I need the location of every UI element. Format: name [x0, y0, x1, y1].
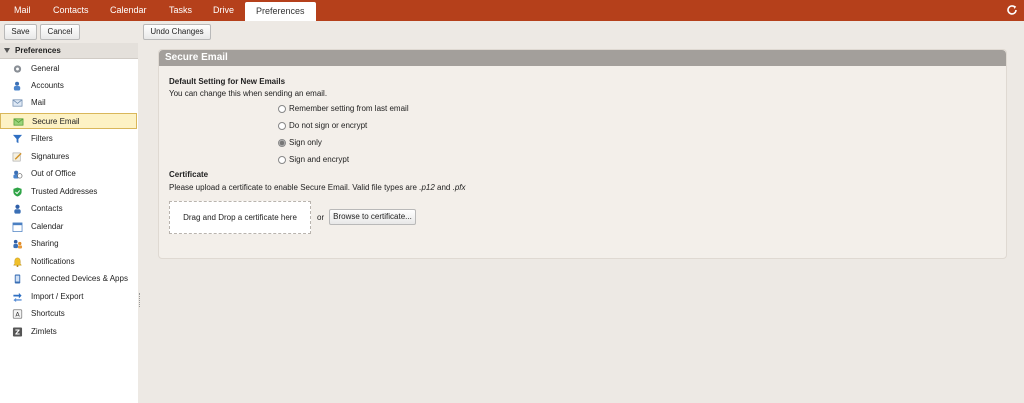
certificate-dropzone[interactable]: Drag and Drop a certificate here	[169, 201, 311, 234]
sidebar-item-label: Contacts	[31, 204, 63, 213]
import-export-icon	[13, 292, 22, 302]
sidebar-item-filters[interactable]: Filters	[0, 131, 137, 147]
tab-contacts[interactable]: Contacts	[53, 0, 89, 21]
file-type-p12: .p12	[419, 183, 435, 192]
sidebar-item-label: Accounts	[31, 81, 64, 90]
shield-check-icon	[13, 187, 22, 197]
preferences-sidebar: Preferences General Accounts Mail Secure…	[0, 43, 139, 403]
sidebar-item-label: Notifications	[31, 257, 75, 266]
radio-do-not-sign[interactable]	[278, 122, 286, 130]
sidebar-item-import-export[interactable]: Import / Export	[0, 289, 137, 305]
mail-icon	[12, 99, 23, 107]
svg-text:A: A	[15, 311, 20, 318]
sharing-icon	[13, 239, 23, 249]
svg-text:Z: Z	[15, 328, 20, 336]
sidebar-header-label: Preferences	[15, 46, 61, 55]
sidebar-item-label: Shortcuts	[31, 309, 65, 318]
sidebar-item-shortcuts[interactable]: A Shortcuts	[0, 306, 137, 322]
panel-title: Secure Email	[159, 50, 1006, 66]
sidebar-item-contacts[interactable]: Contacts	[0, 201, 137, 217]
sidebar-item-general[interactable]: General	[0, 61, 137, 77]
certificate-note: Please upload a certificate to enable Se…	[169, 183, 466, 192]
signature-icon	[12, 152, 22, 162]
sidebar-item-trusted-addresses[interactable]: Trusted Addresses	[0, 184, 137, 200]
refresh-icon[interactable]	[1005, 3, 1019, 17]
radio-label[interactable]: Sign only	[289, 138, 322, 147]
contacts-icon	[14, 204, 21, 214]
radio-label[interactable]: Do not sign or encrypt	[289, 121, 367, 130]
sidebar-item-label: Filters	[31, 134, 53, 143]
radio-sign-and-encrypt[interactable]	[278, 156, 286, 164]
bell-icon	[13, 257, 22, 267]
sidebar-item-label: Secure Email	[32, 117, 80, 126]
sidebar-item-label: Calendar	[31, 222, 64, 231]
sidebar-item-notifications[interactable]: Notifications	[0, 254, 137, 270]
certificate-heading: Certificate	[169, 170, 209, 179]
out-of-office-icon	[13, 170, 23, 179]
sidebar-item-label: General	[31, 64, 60, 73]
sidebar-item-label: Out of Office	[31, 169, 76, 178]
sidebar-header[interactable]: Preferences	[0, 43, 138, 59]
tab-mail[interactable]: Mail	[14, 0, 31, 21]
radio-label[interactable]: Sign and encrypt	[289, 155, 349, 164]
sidebar-item-label: Signatures	[31, 152, 70, 161]
radio-sign-only[interactable]	[278, 139, 286, 147]
sidebar-item-secure-email[interactable]: Secure Email	[0, 113, 137, 129]
shortcuts-icon: A	[12, 309, 23, 319]
sidebar-item-out-of-office[interactable]: Out of Office	[0, 166, 137, 182]
sidebar-item-label: Mail	[31, 98, 46, 107]
tab-calendar[interactable]: Calendar	[110, 0, 147, 21]
save-button[interactable]: Save	[4, 24, 37, 40]
file-type-pfx: .pfx	[452, 183, 466, 192]
zimlets-icon: Z	[12, 327, 23, 337]
browse-certificate-button[interactable]: Browse to certificate...	[329, 209, 416, 225]
filters-icon	[12, 134, 23, 144]
sidebar-item-label: Connected Devices & Apps	[31, 274, 128, 283]
accounts-icon	[13, 81, 21, 91]
radio-label[interactable]: Remember setting from last email	[289, 104, 409, 113]
sidebar-item-mail[interactable]: Mail	[0, 95, 137, 111]
calendar-icon	[12, 222, 23, 232]
tab-tasks[interactable]: Tasks	[169, 0, 192, 21]
sidebar-item-zimlets[interactable]: Z Zimlets	[0, 324, 137, 340]
sidebar-item-connected-devices[interactable]: Connected Devices & Apps	[0, 271, 137, 287]
default-setting-heading: Default Setting for New Emails	[169, 77, 286, 86]
undo-changes-button[interactable]: Undo Changes	[143, 24, 211, 40]
main-content: Secure Email Default Setting for New Ema…	[142, 43, 1024, 403]
sidebar-item-signatures[interactable]: Signatures	[0, 149, 137, 165]
sidebar-item-label: Import / Export	[31, 292, 84, 301]
sidebar-item-accounts[interactable]: Accounts	[0, 78, 137, 94]
tab-preferences[interactable]: Preferences	[245, 2, 316, 21]
sidebar-item-calendar[interactable]: Calendar	[0, 219, 137, 235]
top-nav-bar: Mail Contacts Calendar Tasks Drive Prefe…	[0, 0, 1024, 21]
radio-remember-setting[interactable]	[278, 105, 286, 113]
sidebar-item-label: Trusted Addresses	[31, 187, 98, 196]
gear-icon	[13, 65, 22, 73]
device-icon	[14, 274, 21, 284]
secure-email-panel: Secure Email Default Setting for New Ema…	[158, 49, 1007, 259]
sidebar-item-sharing[interactable]: Sharing	[0, 236, 137, 252]
cancel-button[interactable]: Cancel	[40, 24, 80, 40]
default-setting-note: You can change this when sending an emai…	[169, 89, 328, 98]
toolbar: Save Cancel Undo Changes	[0, 21, 1024, 44]
tab-drive[interactable]: Drive	[213, 0, 234, 21]
sidebar-item-label: Zimlets	[31, 327, 57, 336]
secure-email-icon	[13, 118, 24, 126]
sidebar-item-label: Sharing	[31, 239, 59, 248]
or-label: or	[317, 213, 325, 222]
collapse-triangle-icon[interactable]	[4, 48, 10, 54]
